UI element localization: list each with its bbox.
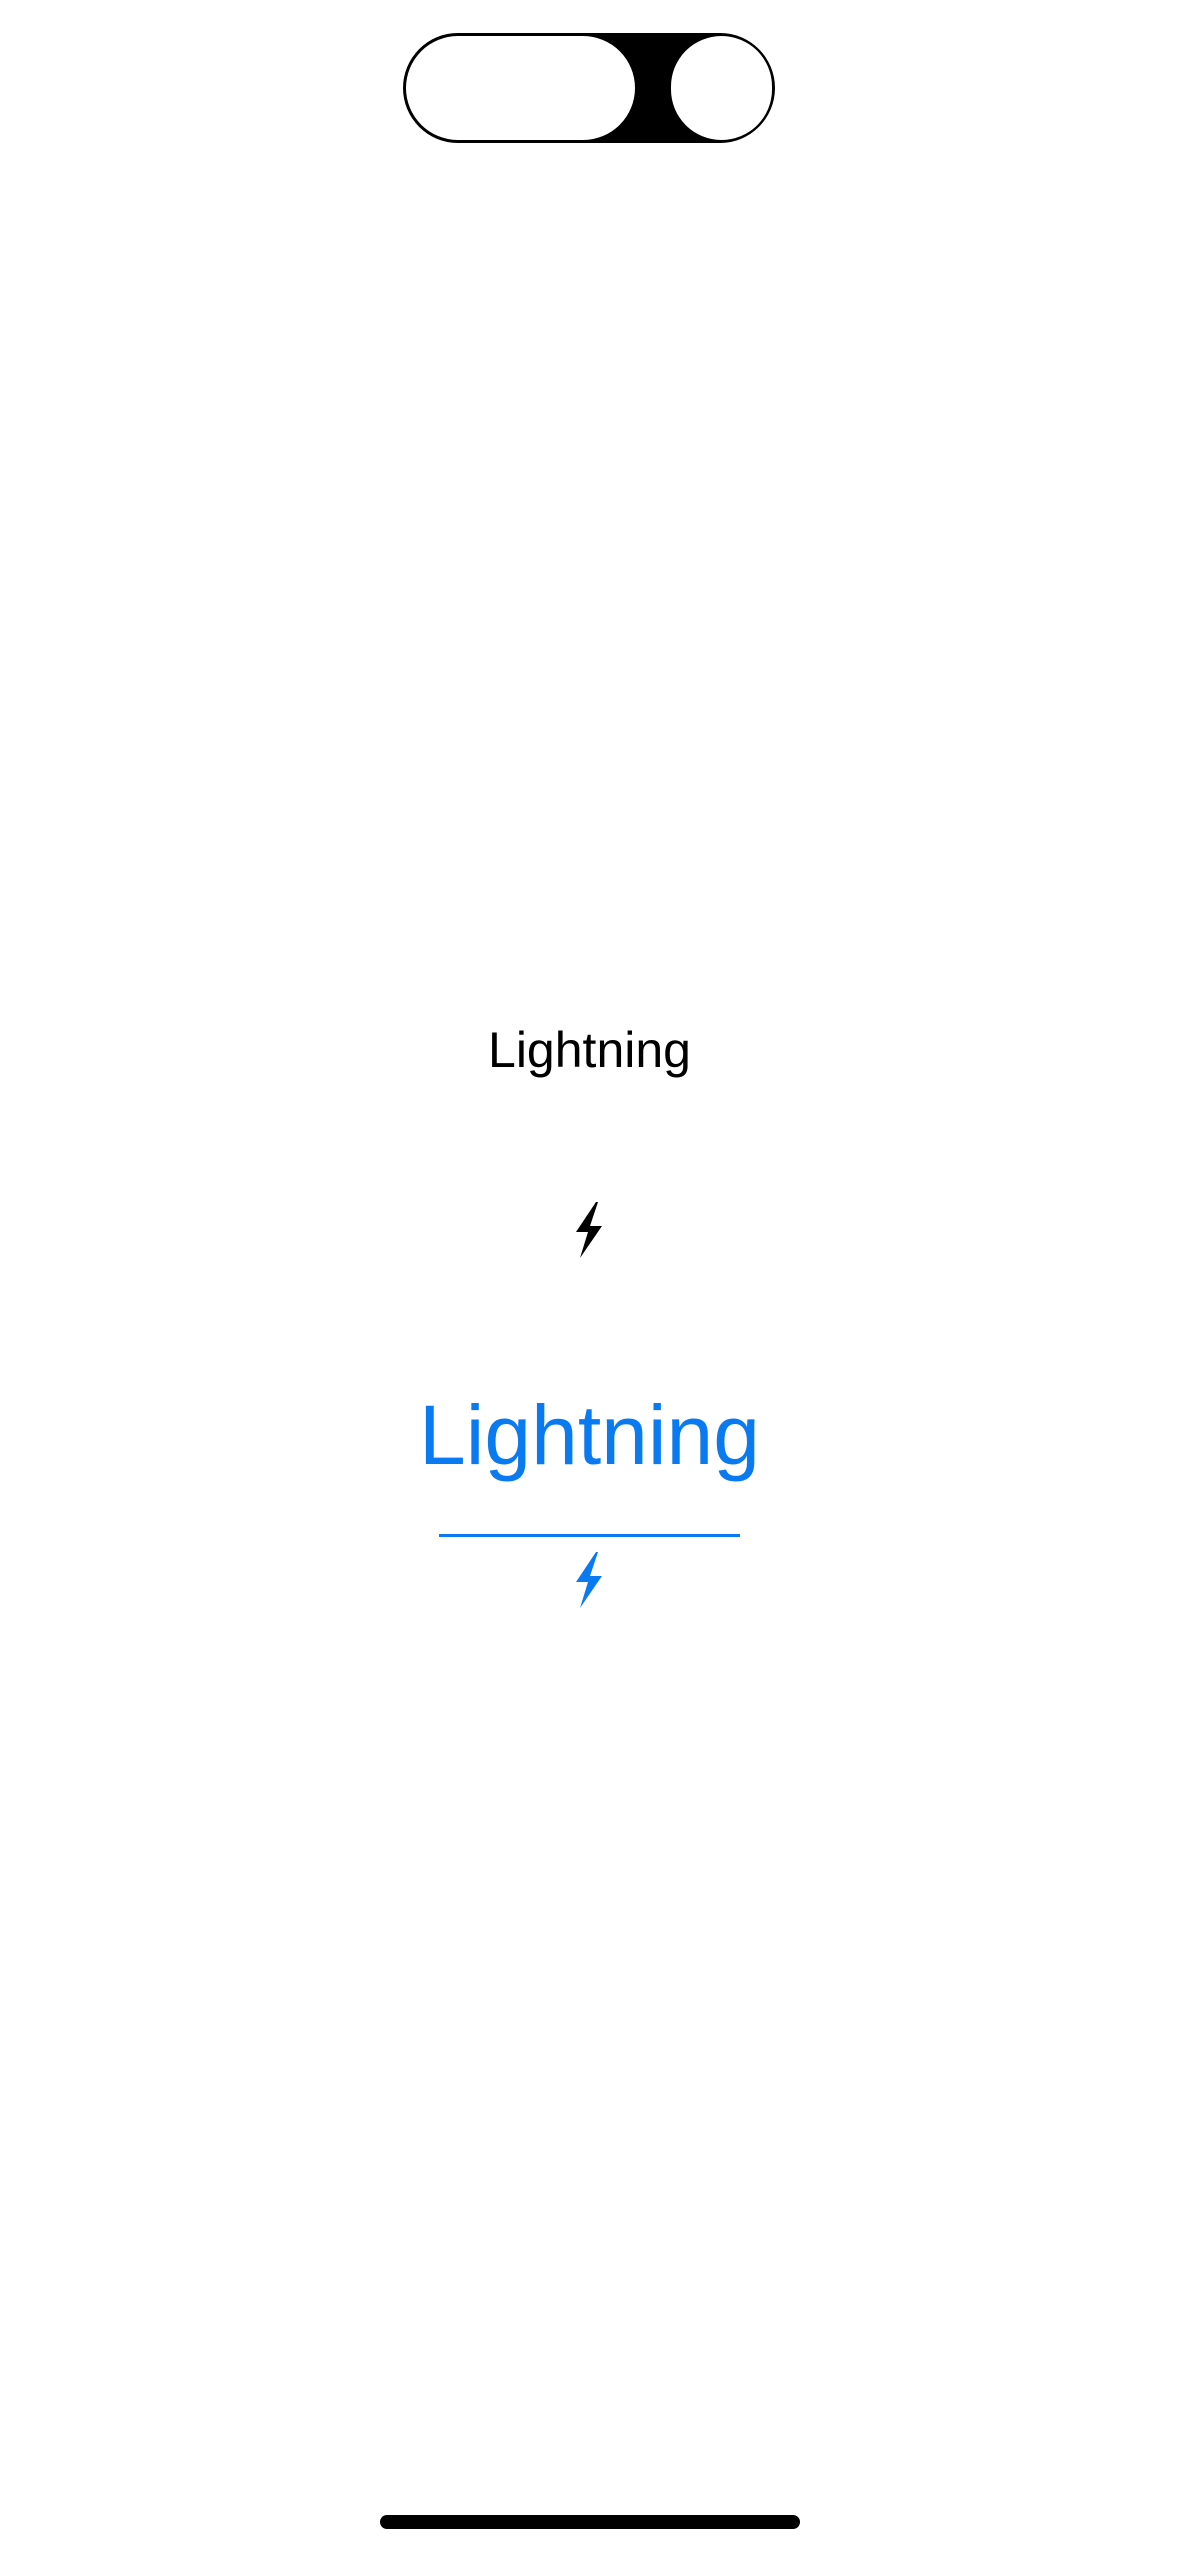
home-indicator[interactable]: [380, 2515, 800, 2529]
lightning-bolt-icon: [576, 1552, 602, 1608]
dynamic-island-camera: [671, 36, 772, 140]
dynamic-island-pill: [406, 36, 635, 140]
lightning-label: Lightning: [488, 1022, 691, 1078]
lightning-bolt-icon: [576, 1202, 602, 1258]
divider: [439, 1534, 740, 1537]
lightning-title: Lightning: [419, 1388, 760, 1482]
